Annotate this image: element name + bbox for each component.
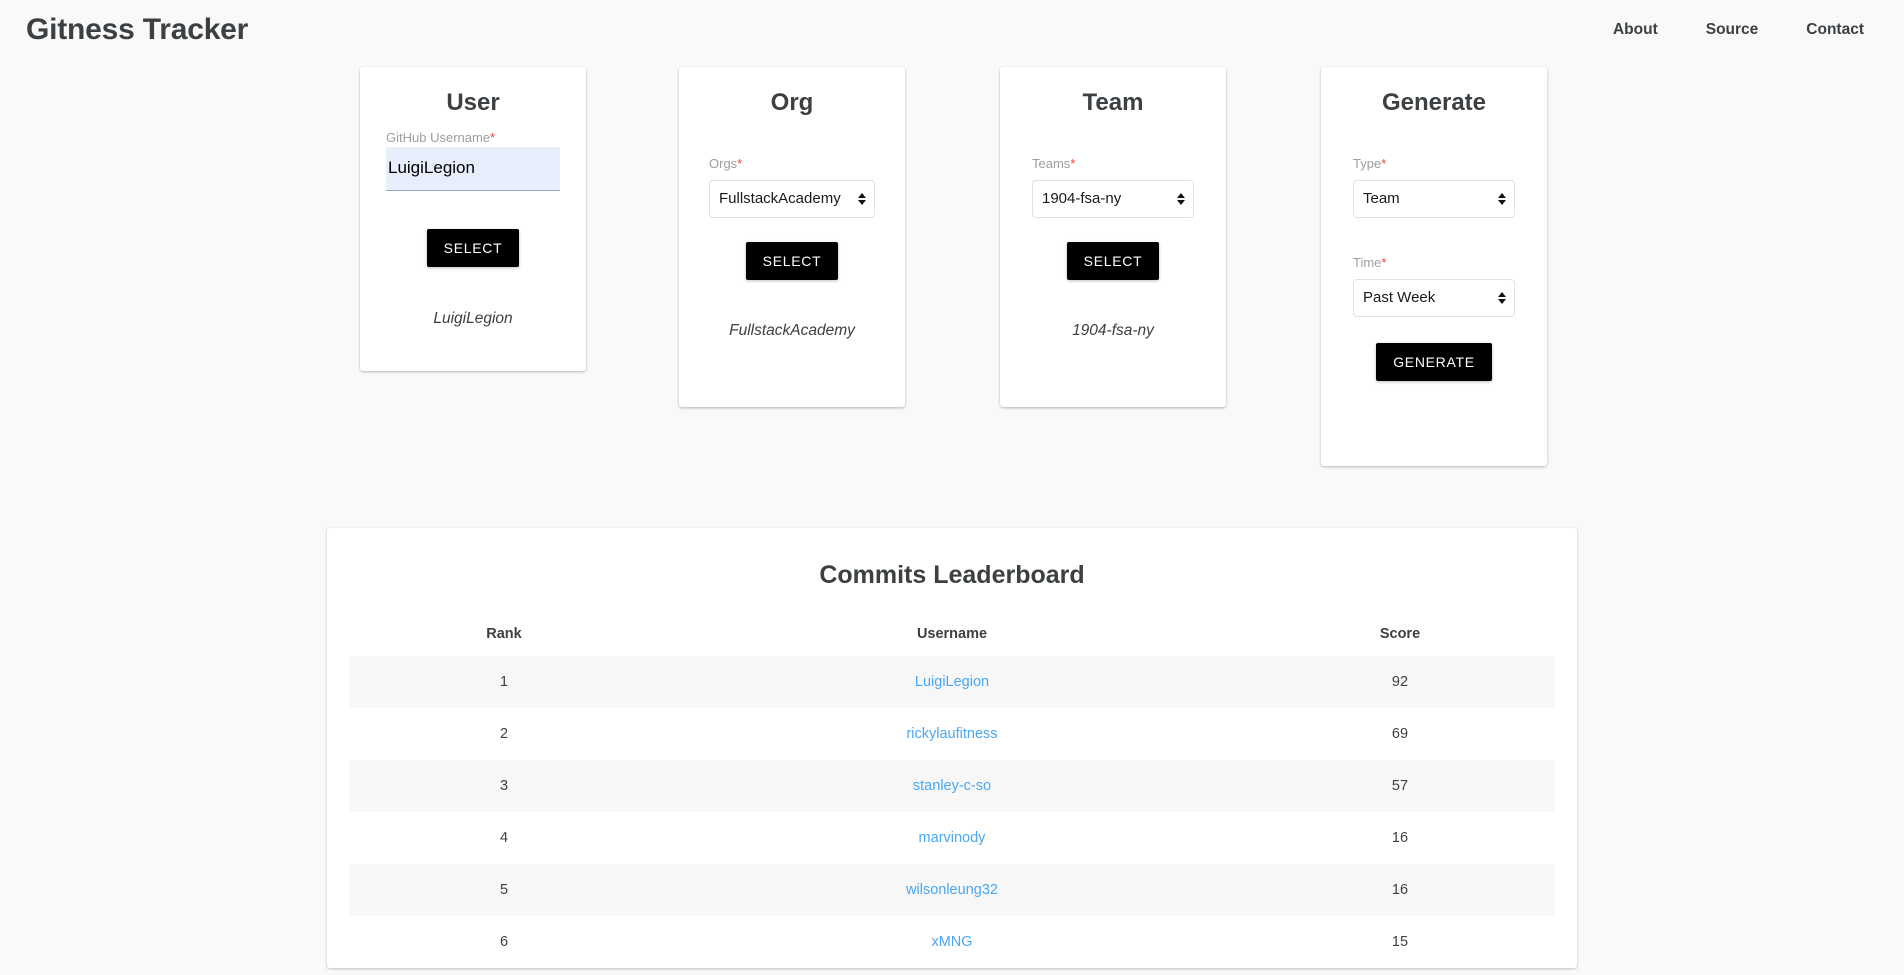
orgs-select[interactable]: FullstackAcademy: [709, 179, 875, 218]
time-label: Time*: [1353, 255, 1386, 270]
username-link[interactable]: marvinody: [919, 830, 986, 846]
orgs-label-text: Orgs: [709, 155, 738, 171]
org-selected-result: FullstackAcademy: [729, 321, 855, 339]
cell-score: 57: [1391, 778, 1409, 794]
table-row: 6 xMNG 15: [349, 916, 1555, 968]
cell-score: 92: [1391, 674, 1409, 690]
cell-rank: 3: [499, 778, 509, 794]
table-row: 1 LuigiLegion 92: [349, 656, 1555, 708]
generate-button[interactable]: GENERATE: [1376, 342, 1492, 381]
time-select-wrap: Past Week: [1353, 278, 1515, 317]
leaderboard-table: Rank Username Score 1 LuigiLegion 92 2 r…: [349, 616, 1555, 968]
cell-score: 16: [1391, 882, 1409, 898]
team-card-title: Team: [1082, 89, 1144, 116]
cell-username: stanley-c-so: [659, 760, 1245, 812]
cell-score: 69: [1391, 726, 1409, 742]
time-select[interactable]: Past Week: [1353, 278, 1515, 317]
cell-username: rickylaufitness: [659, 708, 1245, 760]
orgs-select-wrap: FullstackAcademy: [709, 179, 875, 218]
cell-username: xMNG: [659, 916, 1245, 968]
column-header-score: Score: [1379, 626, 1421, 642]
required-asterisk: *: [1381, 254, 1387, 270]
column-header-username: Username: [916, 626, 988, 642]
table-row: 2 rickylaufitness 69: [349, 708, 1555, 760]
team-card: Team Teams* 1904-fsa-ny SELECT 1904-fsa-…: [1000, 67, 1226, 407]
user-selected-result: LuigiLegion: [433, 309, 513, 327]
table-row: 5 wilsonleung32 16: [349, 864, 1555, 916]
generate-card-title: Generate: [1381, 89, 1487, 116]
leaderboard-head: Rank Username Score: [349, 616, 1555, 656]
teams-select-wrap: 1904-fsa-ny: [1032, 179, 1194, 218]
type-label-text: Type: [1353, 155, 1382, 171]
team-select-button[interactable]: SELECT: [1066, 241, 1160, 280]
cell-score: 16: [1391, 830, 1409, 846]
page-title: Gitness Tracker: [26, 13, 249, 46]
generate-card: Generate Type* Team Time* Past Week GENE…: [1321, 67, 1547, 466]
org-card-title: Org: [770, 89, 814, 116]
type-label: Type*: [1353, 156, 1386, 171]
teams-label-text: Teams: [1032, 155, 1071, 171]
github-username-label-text: GitHub Username: [386, 129, 491, 145]
time-label-text: Time: [1353, 254, 1382, 270]
teams-select-value: 1904-fsa-ny: [1042, 190, 1122, 208]
username-link[interactable]: xMNG: [931, 934, 972, 950]
username-link[interactable]: rickylaufitness: [906, 726, 997, 742]
required-asterisk: *: [1070, 155, 1076, 171]
selection-cards-row: User GitHub Username* SELECT LuigiLegion…: [0, 60, 1904, 480]
type-select-value: Team: [1363, 190, 1400, 208]
type-select[interactable]: Team: [1353, 179, 1515, 218]
required-asterisk: *: [490, 129, 496, 145]
org-select-button[interactable]: SELECT: [745, 241, 839, 280]
leaderboard-title: Commits Leaderboard: [819, 561, 1085, 589]
required-asterisk: *: [737, 155, 743, 171]
username-link[interactable]: LuigiLegion: [915, 674, 989, 690]
nav-link-contact[interactable]: Contact: [1806, 21, 1864, 39]
username-link[interactable]: stanley-c-so: [913, 778, 991, 794]
orgs-label: Orgs*: [709, 156, 742, 171]
org-card: Org Orgs* FullstackAcademy SELECT Fullst…: [679, 67, 905, 407]
top-navbar: Gitness Tracker About Source Contact: [0, 0, 1904, 60]
user-card: User GitHub Username* SELECT LuigiLegion: [360, 67, 586, 371]
leaderboard-body: 1 LuigiLegion 92 2 rickylaufitness 69 3 …: [349, 656, 1555, 968]
commits-leaderboard-card: Commits Leaderboard Rank Username Score …: [327, 528, 1577, 968]
user-card-title: User: [446, 89, 500, 116]
orgs-select-value: FullstackAcademy: [719, 190, 841, 208]
teams-select[interactable]: 1904-fsa-ny: [1032, 179, 1194, 218]
github-username-input[interactable]: [386, 146, 560, 191]
cell-username: wilsonleung32: [659, 864, 1245, 916]
username-link[interactable]: wilsonleung32: [906, 882, 998, 898]
user-select-button[interactable]: SELECT: [426, 228, 520, 267]
required-asterisk: *: [1381, 155, 1387, 171]
nav-link-source[interactable]: Source: [1706, 21, 1759, 39]
github-username-label: GitHub Username*: [386, 130, 495, 145]
teams-label: Teams*: [1032, 156, 1075, 171]
cell-rank: 4: [499, 830, 509, 846]
cell-rank: 1: [499, 674, 509, 690]
cell-rank: 6: [499, 934, 509, 950]
column-header-rank: Rank: [486, 626, 522, 642]
table-header-row: Rank Username Score: [349, 616, 1555, 656]
cell-username: marvinody: [659, 812, 1245, 864]
time-select-value: Past Week: [1363, 289, 1436, 307]
cell-rank: 5: [499, 882, 509, 898]
type-select-wrap: Team: [1353, 179, 1515, 218]
team-selected-result: 1904-fsa-ny: [1072, 321, 1154, 339]
cell-score: 15: [1391, 934, 1409, 950]
nav-link-about[interactable]: About: [1613, 21, 1658, 39]
table-row: 4 marvinody 16: [349, 812, 1555, 864]
cell-username: LuigiLegion: [659, 656, 1245, 708]
table-row: 3 stanley-c-so 57: [349, 760, 1555, 812]
cell-rank: 2: [499, 726, 509, 742]
nav-links: About Source Contact: [1613, 21, 1876, 39]
